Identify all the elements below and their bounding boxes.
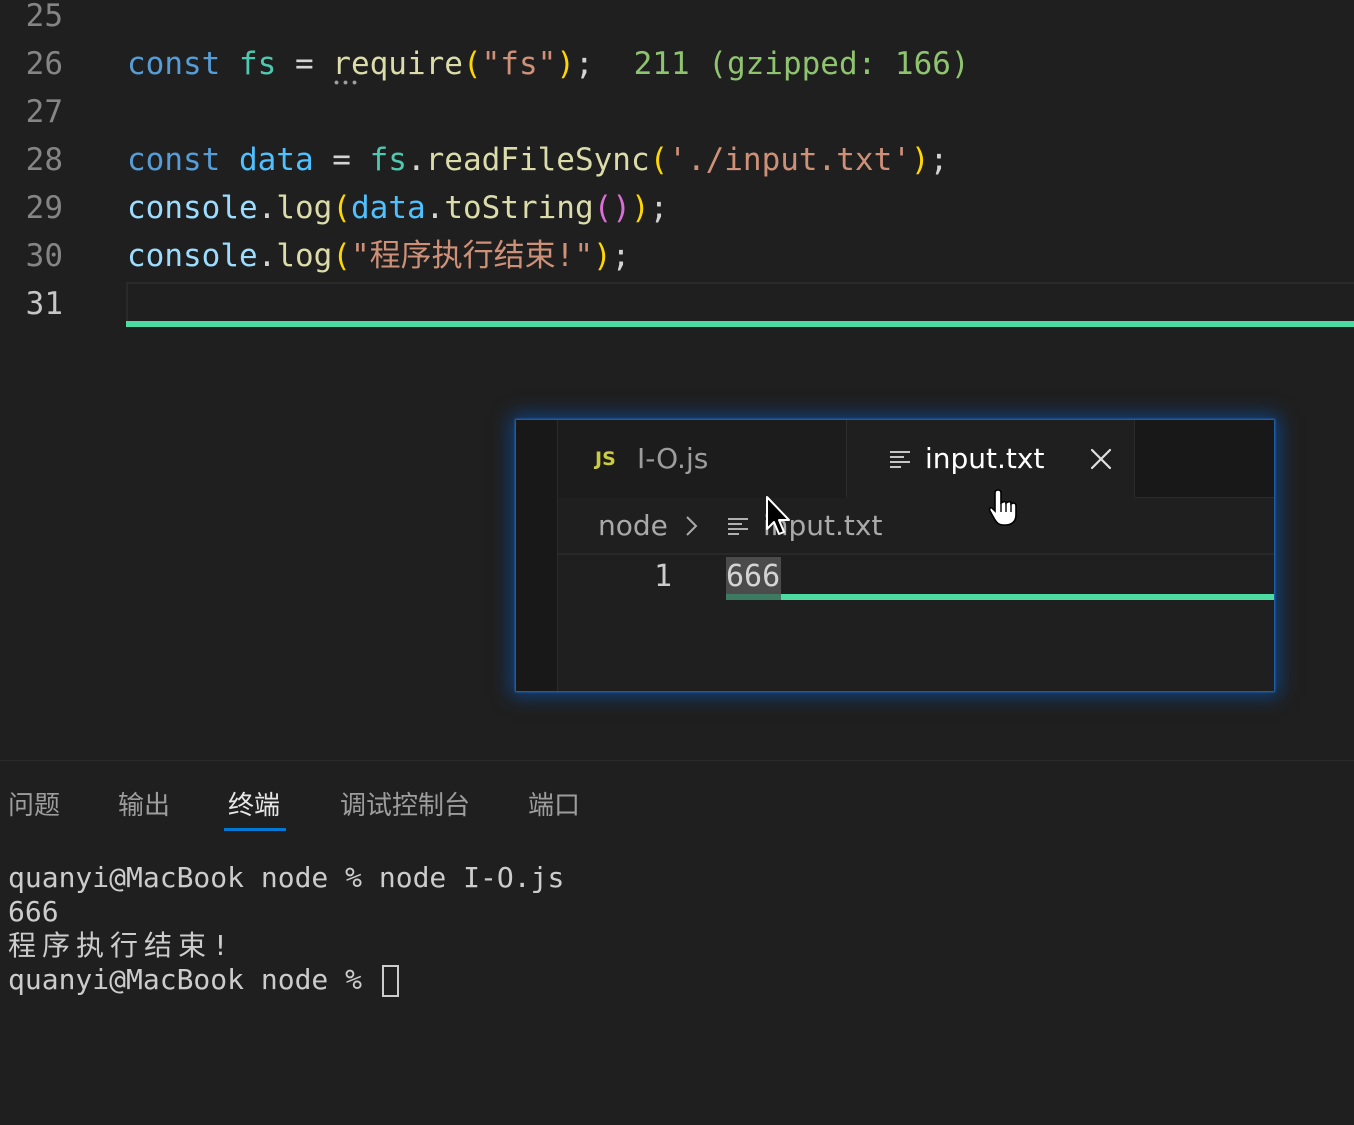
code-token: ): [556, 46, 575, 82]
line-number: 26: [25, 46, 63, 82]
current-line-indicator: [726, 594, 781, 600]
code-token: ;: [649, 190, 669, 226]
code-token: data: [351, 190, 426, 226]
line-number: 30: [25, 238, 63, 274]
code-content: const data = fs.readFileSync('./input.tx…: [127, 136, 948, 184]
line-number: 25: [25, 0, 63, 34]
tab-output[interactable]: 输出: [118, 787, 170, 825]
code-token: './input.txt': [668, 142, 911, 178]
line-number: 31: [25, 286, 63, 322]
tab-drag-preview: JS I-O.js input.txt node input.txt 1 666: [516, 420, 1274, 691]
line-number: 1: [654, 559, 673, 594]
terminal-line: 程序执行结束!: [8, 929, 235, 962]
code-token: .: [406, 142, 426, 178]
code-token: log: [276, 238, 333, 274]
current-line-indicator: [781, 594, 1274, 600]
preview-code-line[interactable]: 1 666: [558, 553, 1274, 600]
code-token: "fs": [481, 46, 557, 82]
hand-cursor-icon: [987, 487, 1021, 527]
code-token: =: [276, 46, 333, 82]
terminal-cursor: [382, 965, 399, 997]
tab-label: I-O.js: [637, 442, 709, 475]
code-line[interactable]: 28 const data = fs.readFileSync('./input.…: [0, 136, 1354, 184]
code-token: const: [127, 46, 239, 82]
code-token: ;: [574, 46, 594, 82]
terminal-line: 666: [8, 895, 59, 928]
tab-debug-console[interactable]: 调试控制台: [340, 787, 470, 825]
breadcrumb: node input.txt: [558, 498, 1274, 553]
code-line[interactable]: 30 console.log("程序执行结束!");: [0, 232, 1354, 280]
chevron-right-icon: [683, 514, 699, 538]
code-content: console.log(data.toString());: [127, 184, 668, 232]
tab-io-js[interactable]: JS I-O.js: [558, 420, 847, 498]
code-token: .: [425, 190, 445, 226]
code-token: ;: [929, 142, 949, 178]
code-lines[interactable]: 25 26 const fs = require("fs"); 211 (gzippe…: [0, 0, 1354, 332]
active-tab-indicator: [224, 828, 286, 831]
tab-label: input.txt: [925, 442, 1045, 475]
code-token: fs: [238, 46, 277, 82]
terminal-prompt: quanyi@MacBook node %: [8, 963, 379, 996]
code-token: ): [910, 142, 930, 178]
terminal-line: quanyi@MacBook node % node I-O.js: [8, 861, 565, 894]
code-line[interactable]: 29 console.log(data.toString());: [0, 184, 1354, 232]
tab-ports[interactable]: 端口: [528, 787, 580, 825]
code-token: (: [462, 46, 482, 82]
js-file-icon: JS: [595, 448, 616, 470]
code-token: .: [257, 238, 277, 274]
code-token: .: [257, 190, 277, 226]
code-token: log: [276, 190, 333, 226]
tab-terminal[interactable]: 终端: [228, 787, 280, 825]
line-number: 28: [25, 142, 63, 178]
code-token: const: [127, 142, 239, 178]
code-token: (: [332, 190, 351, 226]
mouse-pointer-icon: [762, 493, 794, 537]
code-token: ): [593, 238, 612, 274]
code-token: =: [313, 142, 370, 178]
breadcrumb-folder[interactable]: node: [598, 498, 668, 553]
text-file-icon: [728, 517, 748, 535]
text-file-icon: [890, 450, 910, 468]
code-token: fs: [369, 142, 407, 178]
code-token: require: [332, 46, 463, 82]
code-line[interactable]: 25: [0, 0, 1354, 40]
quick-fix-hint-dots[interactable]: [332, 80, 359, 85]
preview-tab-bar: JS I-O.js input.txt: [558, 420, 1274, 498]
code-content: const fs = require("fs"); 211 (gzipped: 1…: [127, 40, 970, 88]
import-cost-hint: 211 (gzipped: 166): [633, 46, 970, 82]
code-token: (): [593, 190, 631, 226]
bottom-panel: 问题 输出 终端 调试控制台 端口 quanyi@MacBook node % …: [0, 760, 1354, 1124]
code-token: (: [332, 238, 351, 274]
line-number: 29: [25, 190, 63, 226]
code-line[interactable]: 31: [0, 280, 1354, 328]
preview-gutter-strip: [516, 420, 558, 691]
code-line[interactable]: 27: [0, 88, 1354, 136]
code-token: readFileSync: [425, 142, 650, 178]
close-icon[interactable]: [1089, 447, 1113, 471]
code-token: console: [127, 190, 258, 226]
code-token: (: [649, 142, 669, 178]
terminal[interactable]: quanyi@MacBook node % node I-O.js 666 程序…: [0, 861, 1354, 1125]
line-number: 27: [25, 94, 63, 130]
code-token: toString: [444, 190, 594, 226]
code-token: console: [127, 238, 258, 274]
code-token: "程序执行结束!": [351, 238, 593, 274]
code-token: ;: [611, 238, 631, 274]
tab-problems[interactable]: 问题: [8, 787, 60, 825]
code-line[interactable]: 26 const fs = require("fs"); 211 (gzipped:…: [0, 40, 1354, 88]
code-content: 666: [726, 559, 781, 594]
code-content: console.log("程序执行结束!");: [127, 232, 630, 280]
code-token: ): [630, 190, 650, 226]
code-token: data: [238, 142, 314, 178]
